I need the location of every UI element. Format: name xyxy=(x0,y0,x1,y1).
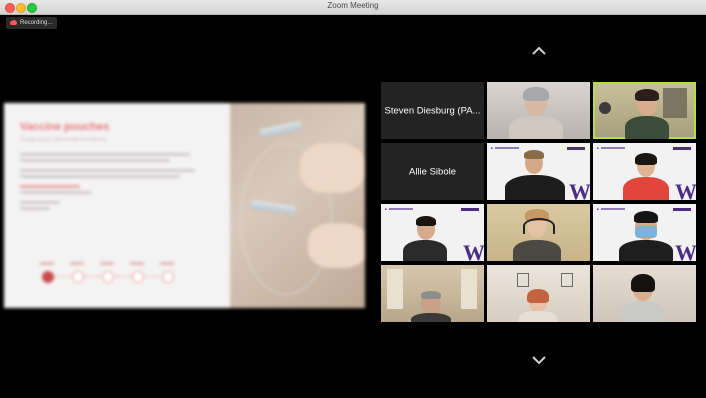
participant-video-active-speaker[interactable] xyxy=(593,82,696,139)
zoom-window: Zoom Meeting Recording... Vaccine pouche… xyxy=(0,0,706,398)
chevron-up-icon xyxy=(532,46,546,55)
participant-video[interactable] xyxy=(381,265,484,322)
participant-video[interactable] xyxy=(487,204,590,261)
slide-title: Vaccine pouches xyxy=(20,121,110,133)
recording-label: Recording... xyxy=(20,20,53,26)
participant-name: Allie Sibole xyxy=(409,166,456,177)
participant-video[interactable] xyxy=(487,82,590,139)
gallery-prev-button[interactable] xyxy=(532,46,546,56)
slide-photo xyxy=(230,103,365,308)
recording-indicator[interactable]: Recording... xyxy=(6,17,58,29)
participant-video[interactable] xyxy=(593,265,696,322)
cloud-record-icon xyxy=(10,20,17,26)
chevron-down-icon xyxy=(532,356,546,365)
title-bar: Zoom Meeting xyxy=(0,0,706,15)
participant-tile[interactable]: Steven Diesburg (PA... xyxy=(381,82,484,139)
window-title: Zoom Meeting xyxy=(327,1,379,10)
participant-tile[interactable]: Allie Sibole xyxy=(381,143,484,200)
shared-screen[interactable]: Vaccine pouches Dosage pouch and needle-… xyxy=(4,103,365,308)
participant-video[interactable] xyxy=(487,265,590,322)
slide-text-panel: Vaccine pouches Dosage pouch and needle-… xyxy=(4,103,230,308)
participant-video[interactable]: ■ W xyxy=(593,143,696,200)
gallery-next-button[interactable] xyxy=(532,355,546,365)
participant-video[interactable]: ■ W xyxy=(593,204,696,261)
participant-name: Steven Diesburg (PA... xyxy=(384,105,481,116)
participant-video[interactable]: ■ W xyxy=(487,143,590,200)
slide-subtitle: Dosage pouch and needle-free delivery xyxy=(20,137,108,143)
participant-video[interactable]: ■ W xyxy=(381,204,484,261)
